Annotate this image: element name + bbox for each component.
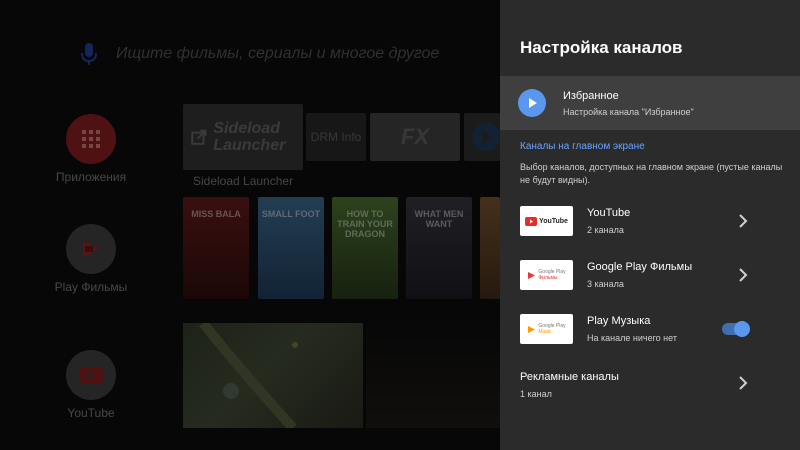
logo-line2: Music — [538, 329, 552, 335]
google-play-music-logo-icon: Google Play Music — [520, 314, 573, 344]
movie-poster[interactable]: HOW TO TRAIN YOUR DRAGON — [332, 197, 398, 299]
channel-count: 2 канала — [587, 225, 624, 235]
apps-label: Приложения — [55, 170, 127, 184]
google-play-movies-logo-icon: Google Play Фильмы — [520, 260, 573, 290]
apps-launcher[interactable]: Приложения — [45, 114, 137, 184]
section-description: Выбор каналов, доступных на главном экра… — [520, 162, 783, 185]
ads-channels-name: Рекламные каналы — [520, 371, 619, 383]
play-circle-icon — [472, 123, 500, 151]
play-icon — [518, 89, 546, 117]
play-movies-app[interactable]: Play Фильмы — [45, 224, 137, 294]
channel-row-youtube[interactable]: YouTube YouTube 2 канала — [500, 199, 800, 243]
youtube-icon — [66, 350, 116, 400]
player-app-tile[interactable] — [464, 113, 500, 161]
channel-name: Play Музыка — [587, 315, 651, 327]
home-launcher-background: Ищите фильмы, сериалы и многое другое Пр… — [0, 0, 500, 450]
movie-poster[interactable]: WHAT MEN WANT — [406, 197, 472, 299]
chevron-right-icon — [739, 214, 748, 228]
microphone-icon[interactable] — [80, 42, 98, 66]
featured-video-tile[interactable] — [183, 319, 363, 432]
channel-row-google-play-movies[interactable]: Google Play Фильмы Google Play Фильмы 3 к… — [500, 253, 800, 297]
channel-row-play-music[interactable]: Google Play Music Play Музыка На канале н… — [500, 307, 800, 351]
channel-settings-panel: Настройка каналов Избранное Настройка ка… — [500, 0, 800, 450]
panel-title: Настройка каналов — [520, 38, 683, 57]
sideload-tile-text: Sideload Launcher — [213, 120, 286, 154]
sideload-launcher-tile[interactable]: Sideload Launcher — [183, 104, 303, 170]
channel-name: Google Play Фильмы — [587, 261, 693, 273]
youtube-logo-text: YouTube — [539, 217, 568, 225]
sideload-caption: Sideload Launcher — [193, 174, 294, 188]
movie-poster[interactable]: SMALL FOOT — [258, 197, 324, 299]
apps-grid-icon — [66, 114, 116, 164]
fx-tile-text: FX — [400, 124, 430, 149]
youtube-app[interactable]: YouTube — [45, 350, 137, 420]
movie-poster[interactable] — [480, 197, 500, 299]
play-music-toggle[interactable] — [722, 321, 750, 337]
search-placeholder: Ищите фильмы, сериалы и многое другое — [116, 45, 440, 62]
section-heading: Каналы на главном экране — [520, 141, 645, 152]
channel-name: YouTube — [587, 207, 631, 219]
poster-title: WHAT MEN WANT — [414, 209, 464, 229]
drm-info-tile[interactable]: DRM Info — [306, 113, 366, 161]
ads-channels-count: 1 канал — [520, 389, 552, 399]
channel-count: 3 канала — [587, 279, 624, 289]
external-link-icon — [191, 129, 207, 145]
favorites-title: Избранное — [563, 90, 619, 102]
video-tile[interactable] — [366, 323, 500, 428]
poster-title: SMALL FOOT — [261, 209, 321, 219]
logo-line2: Фильмы — [538, 275, 558, 281]
drm-tile-text: DRM Info — [310, 130, 362, 144]
youtube-logo-icon: YouTube — [520, 206, 573, 236]
movie-poster[interactable]: MISS BALA — [183, 197, 249, 299]
poster-title: HOW TO TRAIN YOUR DRAGON — [337, 209, 393, 239]
youtube-label: YouTube — [67, 406, 115, 420]
chevron-right-icon — [739, 268, 748, 282]
featured-video-thumbnail — [199, 319, 298, 432]
favorites-row[interactable]: Избранное Настройка канала "Избранное" — [500, 76, 800, 130]
play-movies-icon — [66, 224, 116, 274]
poster-title: MISS BALA — [191, 209, 241, 219]
channel-status: На канале ничего нет — [587, 333, 677, 343]
toggle-knob — [734, 321, 750, 337]
search-bar[interactable]: Ищите фильмы, сериалы и многое другое — [80, 40, 439, 68]
favorites-subtitle: Настройка канала "Избранное" — [563, 107, 694, 117]
ads-channels-row[interactable]: Рекламные каналы 1 канал — [500, 364, 800, 404]
chevron-right-icon — [739, 376, 748, 390]
fx-tile[interactable]: FX — [370, 113, 460, 161]
play-movies-label: Play Фильмы — [54, 280, 128, 294]
